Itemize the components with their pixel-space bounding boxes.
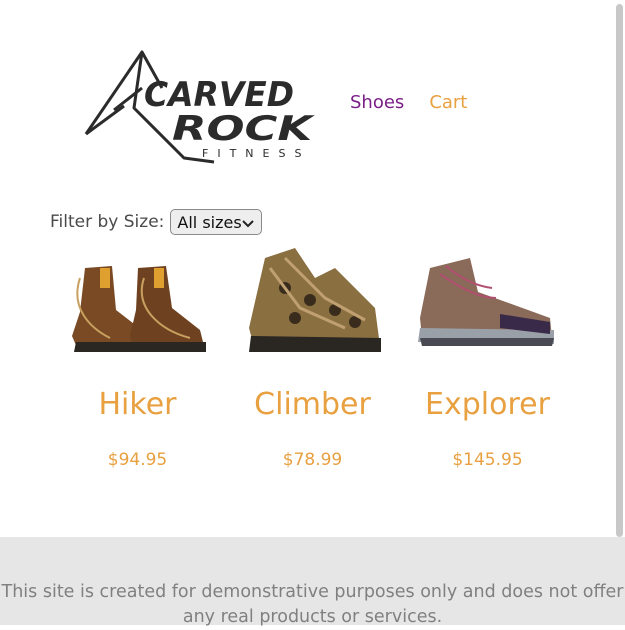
filter-label: Filter by Size: (50, 212, 165, 232)
product-price: $145.95 (452, 450, 523, 470)
product-name[interactable]: Climber (225, 388, 400, 422)
product-name[interactable]: Hiker (50, 388, 225, 422)
size-select-value: All sizes (177, 213, 242, 232)
footer-disclaimer: This site is created for demonstrative p… (1, 582, 624, 627)
product-card-explorer[interactable]: Explorer $145.95 (400, 238, 575, 470)
logo-line3: FITNESS (202, 147, 310, 160)
carved-rock-logo[interactable]: CARVED ROCK FITNESS (84, 48, 320, 166)
page-scrollbar[interactable] (616, 4, 623, 537)
chevron-down-icon (242, 220, 255, 228)
site-footer: This site is created for demonstrative p… (0, 537, 625, 627)
logo-line2: ROCK (172, 109, 315, 149)
size-filter: Filter by Size: All sizes (50, 209, 263, 235)
product-name[interactable]: Explorer (400, 388, 575, 422)
product-card-climber[interactable]: Climber $78.99 (225, 238, 400, 470)
product-card-hiker[interactable]: Hiker $94.95 (50, 238, 225, 470)
size-select[interactable]: All sizes (170, 209, 263, 235)
site-header: CARVED ROCK FITNESS Shoes Cart (0, 0, 615, 200)
nav-shoes-link[interactable]: Shoes (350, 92, 404, 113)
climber-sandal-image[interactable] (225, 238, 400, 358)
hiker-boot-image[interactable] (50, 238, 225, 358)
main-nav: Shoes Cart (350, 92, 467, 113)
nav-cart-link[interactable]: Cart (429, 92, 467, 113)
product-price: $78.99 (282, 450, 343, 470)
explorer-boot-image[interactable] (400, 238, 575, 358)
product-price: $94.95 (107, 450, 168, 470)
